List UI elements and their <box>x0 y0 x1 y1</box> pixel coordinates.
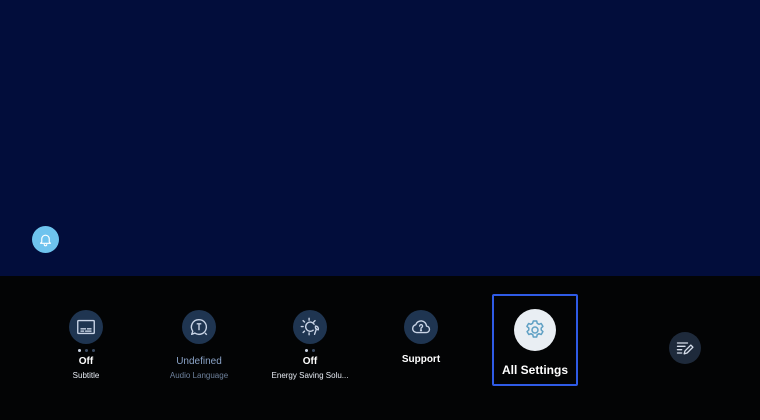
energy-saving-icon-button <box>293 310 327 344</box>
all-settings-button[interactable]: All Settings <box>492 294 578 386</box>
tv-screen <box>0 0 760 276</box>
quick-setting-support[interactable]: Support <box>361 310 481 365</box>
subtitle-value: Off <box>78 356 94 367</box>
quick-settings-tray: Off Subtitle Undefined Audio Language Of… <box>0 276 760 420</box>
gear-icon <box>526 320 544 338</box>
support-icon-button <box>404 310 438 344</box>
support-cloud-icon <box>412 320 431 334</box>
energy-saving-value: Off <box>302 356 318 367</box>
support-label: Support <box>401 354 441 365</box>
audio-language-label: Audio Language <box>169 371 229 380</box>
subtitle-icon-button <box>69 310 103 344</box>
notification-button[interactable] <box>32 226 59 253</box>
audio-language-icon <box>190 318 208 336</box>
energy-saving-icon <box>300 317 320 336</box>
subtitle-icon <box>77 319 95 335</box>
subtitle-label: Subtitle <box>72 371 100 380</box>
quick-setting-audio-language[interactable]: Undefined Audio Language <box>139 310 259 380</box>
edit-list-icon <box>676 342 694 355</box>
bell-icon <box>39 234 52 247</box>
all-settings-label: All Settings <box>501 363 568 377</box>
audio-language-value: Undefined <box>176 356 222 367</box>
edit-button[interactable] <box>669 332 701 364</box>
page-indicator <box>77 346 95 354</box>
all-settings-icon-button <box>514 309 556 351</box>
audio-language-icon-button <box>182 310 216 344</box>
page-indicator <box>305 346 315 354</box>
quick-setting-energy-saving[interactable]: Off Energy Saving Solu... <box>250 310 370 380</box>
quick-setting-subtitle[interactable]: Off Subtitle <box>26 310 146 380</box>
energy-saving-label: Energy Saving Solu... <box>271 371 349 380</box>
